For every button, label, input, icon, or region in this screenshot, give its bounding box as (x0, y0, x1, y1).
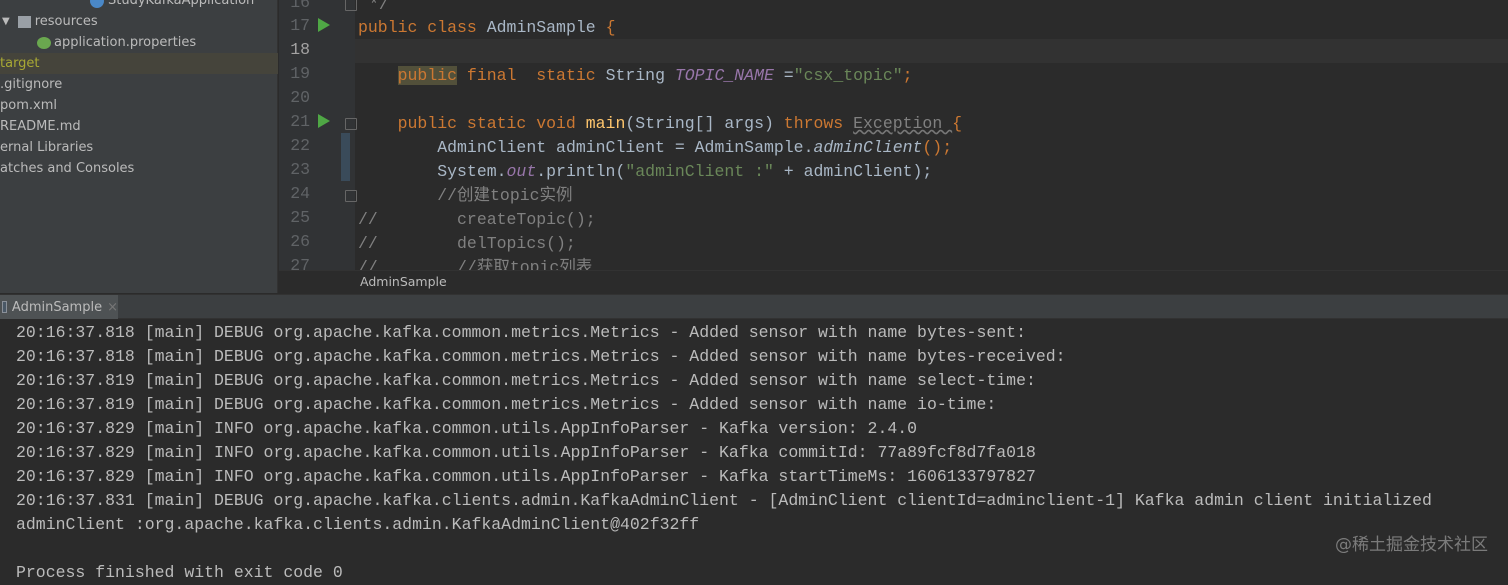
fold-icon[interactable] (345, 190, 357, 202)
code-line-26: // delTopics(); (358, 234, 576, 253)
console-line: Process finished with exit code 0 (16, 563, 343, 582)
console-line: adminClient :org.apache.kafka.clients.ad… (16, 515, 700, 534)
tree-item-pom-xml[interactable]: pom.xml (0, 95, 57, 116)
code-line-21: public static void main(String[] args) t… (397, 114, 963, 133)
fold-icon[interactable] (345, 0, 357, 11)
console-line: 20:16:37.829 [main] INFO org.apache.kafk… (16, 467, 1036, 486)
tree-item-target[interactable]: target (0, 53, 278, 74)
code-line-17: public class AdminSample { (358, 18, 616, 37)
line-number: 16 (290, 0, 310, 12)
run-tool-window-tabs: AdminSample × (0, 294, 1508, 319)
tree-item-resources[interactable]: ▼ resources (2, 11, 98, 32)
tree-item-readme[interactable]: README.md (0, 116, 81, 137)
line-number: 24 (290, 184, 310, 203)
properties-file-icon (37, 36, 51, 49)
run-icon[interactable] (318, 18, 330, 32)
tree-item-external-libraries[interactable]: ernal Libraries (0, 137, 93, 158)
line-number: 18 (290, 40, 310, 59)
close-icon[interactable]: × (107, 300, 118, 315)
line-number: 26 (290, 232, 310, 251)
line-number: 27 (290, 256, 310, 270)
tree-item-gitignore[interactable]: .gitignore (0, 74, 62, 95)
fold-icon[interactable] (345, 118, 357, 130)
current-line-highlight (355, 39, 1508, 63)
code-line-23: System.out.println("adminClient :" + adm… (437, 162, 933, 181)
tab-adminsample[interactable]: AdminSample × (0, 295, 118, 319)
run-icon[interactable] (318, 114, 330, 128)
console-line: 20:16:37.818 [main] DEBUG org.apache.kaf… (16, 323, 1026, 342)
code-editor[interactable]: 16 17 18 19 20 21 22 23 24 25 26 27 */ p… (279, 0, 1508, 270)
console-line: 20:16:37.818 [main] DEBUG org.apache.kaf… (16, 347, 1066, 366)
code-line-25: // createTopic(); (358, 210, 596, 229)
line-number: 23 (290, 160, 310, 179)
line-number: 21 (290, 112, 310, 131)
console-line: 20:16:37.819 [main] DEBUG org.apache.kaf… (16, 371, 1036, 390)
console-icon (2, 301, 7, 313)
editor-breadcrumb[interactable]: AdminSample (279, 270, 1508, 293)
code-line-19: public final static String TOPIC_NAME ="… (397, 66, 913, 85)
console-line: 20:16:37.829 [main] INFO org.apache.kafk… (16, 419, 918, 438)
line-number: 19 (290, 64, 310, 83)
line-number: 25 (290, 208, 310, 227)
tree-item-application-properties[interactable]: application.properties (37, 32, 196, 53)
line-number: 17 (290, 16, 310, 35)
line-number: 22 (290, 136, 310, 155)
project-tree: StudyKafkaApplication ▼ resources applica… (0, 0, 278, 293)
line-number: 20 (290, 88, 310, 107)
code-line-24: //创建topic实例 (437, 186, 573, 205)
tree-item-scratches[interactable]: atches and Consoles (0, 158, 134, 179)
code-line-22: AdminClient adminClient = AdminSample.ad… (437, 138, 953, 157)
breadcrumb-item: AdminSample (360, 274, 447, 289)
console-line: 20:16:37.819 [main] DEBUG org.apache.kaf… (16, 395, 997, 414)
console-output[interactable]: 20:16:37.818 [main] DEBUG org.apache.kaf… (0, 320, 1508, 582)
watermark: @稀土掘金技术社区 (1335, 535, 1488, 555)
expand-arrow-icon: ▼ (2, 16, 10, 27)
gutter: 16 17 18 19 20 21 22 23 24 25 26 27 (279, 0, 357, 270)
spring-app-icon (90, 0, 104, 8)
console-line: 20:16:37.829 [main] INFO org.apache.kafk… (16, 443, 1036, 462)
change-marker (341, 133, 350, 181)
console-line: 20:16:37.831 [main] DEBUG org.apache.kaf… (16, 491, 1432, 510)
code-line-27: // //获取topic列表 (358, 258, 593, 270)
folder-icon (17, 15, 31, 28)
tree-item-studykafkaapplication[interactable]: StudyKafkaApplication (90, 0, 254, 11)
code-line-16: */ (369, 0, 389, 14)
